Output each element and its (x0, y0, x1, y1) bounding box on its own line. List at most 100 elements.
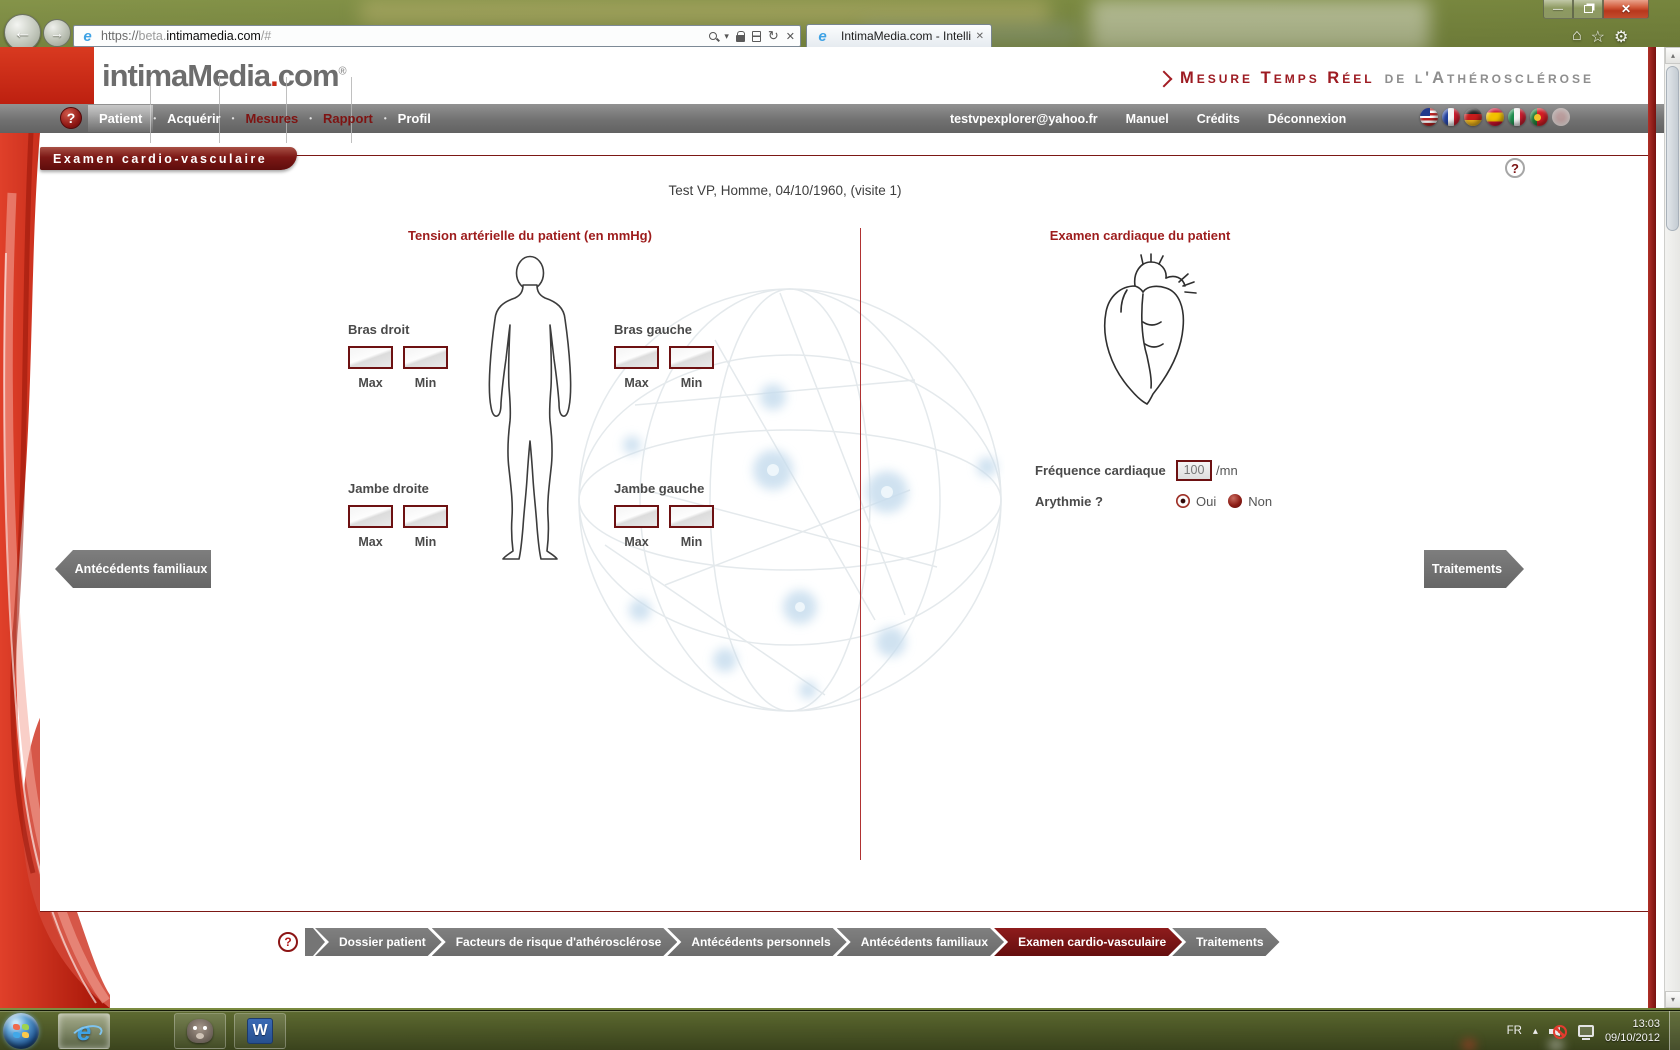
breadcrumb-step-traitements[interactable]: Traitements (1172, 928, 1279, 956)
window-controls: — ✕ (1543, 0, 1649, 19)
heart-illustration (1083, 252, 1203, 417)
flag-inactive-icon (1552, 108, 1570, 126)
breadcrumb-step-antecedents-familiaux[interactable]: Antécédents familiaux (837, 928, 1004, 956)
jambe-droite-max-input[interactable] (348, 505, 393, 528)
vertical-scrollbar[interactable]: ▴ ▾ (1664, 47, 1680, 1008)
previous-step-button[interactable]: Antécédents familiaux (55, 550, 211, 588)
jambe-gauche-min-input[interactable] (669, 505, 714, 528)
gimp-icon (187, 1019, 213, 1043)
breadcrumb-help-button[interactable]: ? (278, 932, 298, 952)
back-button[interactable]: ← (4, 14, 41, 51)
credits-link[interactable]: Crédits (1197, 112, 1240, 126)
min-label: Min (403, 535, 448, 549)
scroll-down-icon[interactable]: ▾ (1665, 991, 1680, 1008)
manual-link[interactable]: Manuel (1126, 112, 1169, 126)
heart-rate-unit: /mn (1216, 463, 1238, 478)
patient-info: Test VP, Homme, 04/10/1960, (visite 1) (0, 183, 1570, 198)
logo-registered-mark: ® (339, 66, 347, 78)
maximize-icon (1584, 5, 1593, 13)
url-path: /# (261, 29, 271, 43)
flag-italy-icon[interactable] (1508, 108, 1526, 126)
forward-button[interactable]: → (43, 19, 71, 47)
maximize-button[interactable] (1573, 0, 1603, 19)
taskbar: e W FR ▴ 13:03 09/10/2012 (0, 1010, 1680, 1050)
taskbar-item-internet-explorer[interactable]: e (58, 1013, 110, 1049)
browser-chrome: ← → e https://beta.intimamedia.com/# ▾ ↻… (0, 0, 1680, 47)
address-bar[interactable]: e https://beta.intimamedia.com/# ▾ ↻ ✕ (73, 25, 801, 47)
arrhythmia-yes-label[interactable]: Oui (1196, 494, 1216, 509)
nav-item-mesures[interactable]: Mesures (234, 105, 309, 132)
bp-group-label: Jambe gauche (614, 481, 724, 496)
lock-icon (736, 35, 745, 42)
back-icon: ← (13, 22, 32, 44)
taskbar-item-word[interactable]: W (234, 1013, 286, 1049)
breadcrumb-step-antecedents-personnels[interactable]: Antécédents personnels (667, 928, 846, 956)
heart-rate-input[interactable] (1176, 460, 1212, 481)
nav-item-profil[interactable]: Profil (387, 105, 442, 132)
nav-item-patient[interactable]: Patient (88, 105, 153, 132)
breadcrumb-step-facteurs-de-risque[interactable]: Facteurs de risque d'athérosclérose (432, 928, 678, 956)
header-band: intimaMedia.com® Mesure Temps Réel de l'… (0, 47, 1664, 104)
clock[interactable]: 13:03 09/10/2012 (1605, 1017, 1660, 1046)
chevron-down-icon[interactable]: ▾ (724, 31, 729, 42)
bras-droit-max-input[interactable] (348, 346, 393, 369)
show-desktop-button[interactable] (1669, 1011, 1680, 1050)
bp-group-jambe-gauche: Jambe gauche Max Min (614, 481, 724, 549)
min-label: Min (669, 376, 714, 390)
cardiac-section-title: Examen cardiaque du patient (895, 228, 1385, 243)
breadcrumb-step-dossier-patient[interactable]: Dossier patient (315, 928, 442, 956)
tray-date: 09/10/2012 (1605, 1031, 1660, 1045)
page-viewport: intimaMedia.com® Mesure Temps Réel de l'… (0, 47, 1664, 1008)
logo-dot: . (270, 58, 278, 93)
arrhythmia-no-radio[interactable] (1228, 494, 1242, 508)
close-button[interactable]: ✕ (1603, 0, 1649, 19)
network-icon[interactable] (1578, 1025, 1594, 1037)
breadcrumb: ? Dossier patient Facteurs de risque d'a… (278, 928, 1280, 956)
logout-link[interactable]: Déconnexion (1268, 112, 1347, 126)
compatibility-view-icon[interactable] (752, 31, 761, 42)
word-icon: W (247, 1018, 273, 1044)
minimize-button[interactable]: — (1543, 0, 1573, 19)
language-indicator[interactable]: FR (1507, 1025, 1522, 1037)
url-subdomain: beta. (139, 29, 167, 43)
stop-icon[interactable]: ✕ (786, 30, 795, 43)
min-label: Min (669, 535, 714, 549)
scroll-up-icon[interactable]: ▴ (1665, 47, 1680, 64)
bras-gauche-min-input[interactable] (669, 346, 714, 369)
arrhythmia-yes-radio[interactable] (1176, 494, 1190, 508)
page-help-button[interactable]: ? (1505, 158, 1525, 178)
browser-tab[interactable]: e IntimaMedia.com - Intellig... ✕ (806, 24, 992, 47)
scrollbar-thumb[interactable] (1666, 66, 1679, 231)
home-icon[interactable]: ⌂ (1572, 27, 1582, 47)
nav-item-rapport[interactable]: Rapport (312, 105, 384, 132)
bras-gauche-max-input[interactable] (614, 346, 659, 369)
favorites-star-icon[interactable]: ☆ (1591, 27, 1605, 47)
flag-portugal-icon[interactable] (1530, 108, 1548, 126)
refresh-icon[interactable]: ↻ (768, 28, 779, 44)
arrhythmia-no-label[interactable]: Non (1248, 494, 1272, 509)
flag-germany-icon[interactable] (1464, 108, 1482, 126)
tab-close-icon[interactable]: ✕ (976, 31, 984, 42)
tray-expand-icon[interactable]: ▴ (1533, 1026, 1538, 1037)
gear-icon[interactable]: ⚙ (1614, 27, 1628, 47)
user-email[interactable]: testvpexplorer@yahoo.fr (950, 112, 1098, 126)
taskbar-item-gimp[interactable] (174, 1013, 226, 1049)
start-button[interactable] (3, 1013, 39, 1049)
flag-us-icon[interactable] (1420, 108, 1438, 126)
search-icon[interactable] (709, 32, 717, 40)
nav-item-acquerir[interactable]: Acquérir (156, 105, 231, 132)
bp-group-bras-droit: Bras droit Max Min (348, 322, 458, 390)
bp-group-jambe-droite: Jambe droite Max Min (348, 481, 458, 549)
jambe-droite-min-input[interactable] (403, 505, 448, 528)
flag-spain-icon[interactable] (1486, 108, 1504, 126)
bras-droit-min-input[interactable] (403, 346, 448, 369)
flag-france-icon[interactable] (1442, 108, 1460, 126)
logo-text: intimaMedia (102, 58, 270, 93)
heart-rate-label: Fréquence cardiaque (1035, 463, 1176, 478)
next-step-button[interactable]: Traitements (1424, 550, 1524, 588)
header-red-block (0, 47, 94, 104)
nav-help-button[interactable]: ? (60, 107, 82, 129)
volume-muted-icon[interactable] (1549, 1023, 1567, 1039)
breadcrumb-step-examen-cardio-vasculaire[interactable]: Examen cardio-vasculaire (994, 928, 1182, 956)
jambe-gauche-max-input[interactable] (614, 505, 659, 528)
